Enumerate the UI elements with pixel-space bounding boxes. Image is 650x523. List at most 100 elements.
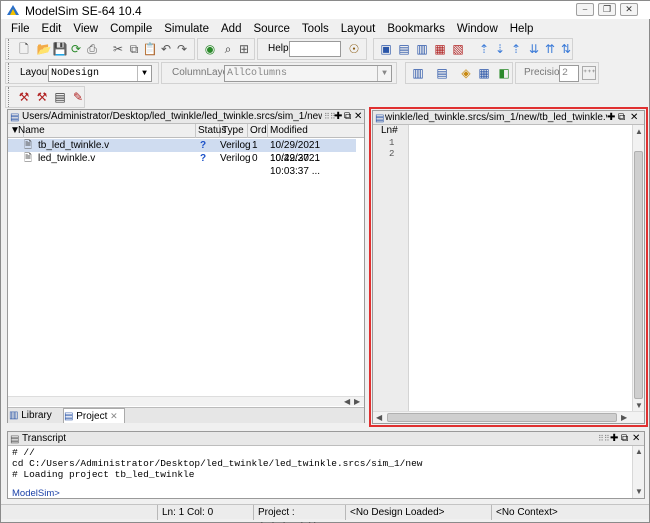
step-icon[interactable]: ⇣ [492, 41, 508, 57]
help-search-input[interactable] [289, 41, 341, 57]
close-pane-icon[interactable]: ✕ [630, 111, 638, 125]
menu-layout[interactable]: Layout [335, 21, 382, 37]
scroll-down-icon[interactable]: ▼ [635, 401, 643, 410]
step-over-icon[interactable]: ⇡ [508, 41, 524, 57]
redo-icon[interactable]: ↷ [174, 41, 190, 57]
project-row[interactable]: 🗎 led_twinkle.v ? Verilog 0 10/29/2021 1… [8, 152, 356, 177]
break-sim-icon[interactable]: ✎ [70, 89, 86, 105]
undock-icon[interactable]: ⧉ [618, 111, 625, 125]
scroll-up-icon[interactable]: ▲ [635, 127, 643, 136]
tab-project[interactable]: ▤ Project ✕ [63, 408, 125, 423]
menu-file[interactable]: File [5, 21, 36, 37]
code-editor[interactable] [410, 125, 632, 411]
layout-icon-4[interactable]: ▦ [432, 41, 448, 57]
scroll-up-icon[interactable]: ▲ [635, 447, 643, 456]
reload-icon[interactable]: ⟳ [68, 41, 84, 57]
run-all-icon[interactable]: ⇈ [542, 41, 558, 57]
editor-horizontal-scrollbar[interactable]: ◀ ▶ [373, 411, 644, 423]
column-layout-select[interactable]: AllColumns ▼ [224, 65, 392, 82]
scroll-down-icon[interactable]: ▼ [635, 487, 643, 496]
break-icon[interactable]: ⇅ [558, 41, 574, 57]
precision-input[interactable]: 2 [559, 65, 579, 82]
undock-icon[interactable]: ⧉ [621, 432, 628, 446]
cut-icon[interactable]: ✂ [110, 41, 126, 57]
menu-help[interactable]: Help [504, 21, 540, 37]
menu-view[interactable]: View [67, 21, 104, 37]
column-type[interactable]: Type [220, 124, 248, 138]
undo-icon[interactable]: ↶ [158, 41, 174, 57]
save-icon[interactable]: 💾 [52, 41, 68, 57]
scroll-left-icon[interactable]: ◀ [344, 397, 350, 406]
scroll-right-icon[interactable]: ▶ [354, 397, 360, 406]
print-icon[interactable]: ⎙ [84, 41, 100, 57]
find-icon[interactable]: ⌕ [220, 41, 236, 57]
project-row[interactable]: 🗎 tb_led_twinkle.v ? Verilog 1 10/29/202… [8, 139, 356, 164]
precision-adjust-button[interactable]: ⁺⁺⁺ [582, 66, 596, 80]
wave-icon-2[interactable]: ▤ [434, 65, 450, 81]
toolbar-grip[interactable] [8, 87, 11, 107]
scroll-thumb[interactable] [634, 151, 643, 399]
compile-icon[interactable]: ⚒ [16, 89, 32, 105]
menu-compile[interactable]: Compile [104, 21, 158, 37]
chevron-down-icon[interactable]: ▼ [377, 66, 391, 81]
filter-icon[interactable]: ⊞ [236, 41, 252, 57]
close-button[interactable]: ✕ [620, 3, 638, 16]
simulate-icon[interactable]: ▤ [52, 89, 68, 105]
menu-simulate[interactable]: Simulate [158, 21, 215, 37]
menu-bookmarks[interactable]: Bookmarks [381, 21, 451, 37]
scroll-right-icon[interactable]: ▶ [621, 413, 627, 422]
layout-icon-5[interactable]: ▧ [450, 41, 466, 57]
menu-edit[interactable]: Edit [36, 21, 68, 37]
wave-icon-5[interactable]: ◧ [496, 65, 512, 81]
layout-icon-1[interactable]: ▣ [378, 41, 394, 57]
menu-add[interactable]: Add [215, 21, 247, 37]
column-name[interactable]: Name [16, 124, 196, 138]
wave-icon-4[interactable]: ▦ [476, 65, 492, 81]
new-file-icon[interactable]: 🗋 [16, 41, 32, 57]
toolbar-grip[interactable] [8, 39, 11, 59]
toolbar-grip[interactable] [8, 63, 11, 83]
column-layout-toolbar: ColumnLayout AllColumns ▼ [161, 62, 397, 84]
transcript-prompt[interactable]: ModelSim> [12, 488, 60, 499]
copy-icon[interactable]: ⧉ [126, 41, 142, 57]
close-pane-icon[interactable]: ✕ [632, 432, 640, 446]
menu-source[interactable]: Source [247, 21, 295, 37]
column-status[interactable]: Status [196, 124, 226, 138]
dock-icon[interactable]: ✚ [607, 111, 615, 125]
menu-window[interactable]: Window [451, 21, 504, 37]
close-pane-icon[interactable]: ✕ [354, 110, 362, 124]
column-order[interactable]: Order [248, 124, 268, 138]
project-pane-header: ▤ Users/Administrator/Desktop/led_twinkl… [8, 110, 364, 124]
dock-icon[interactable]: ✚ [610, 432, 618, 446]
paste-icon[interactable]: 📋 [142, 41, 158, 57]
compile-all-icon[interactable]: ⚒ [34, 89, 50, 105]
wave-icon-1[interactable]: ▥ [410, 65, 426, 81]
wave-icon-3[interactable]: ◈ [458, 65, 474, 81]
dock-icon[interactable]: ✚ [334, 110, 342, 124]
restore-button[interactable]: ❐ [598, 3, 616, 16]
project-pane-title: Users/Administrator/Desktop/led_twinkle/… [22, 111, 322, 122]
layout-icon-3[interactable]: ▥ [414, 41, 430, 57]
project-column-header: ▼ Name Status Type Order Modified [8, 124, 364, 138]
scroll-thumb[interactable] [387, 413, 617, 422]
transcript-scrollbar[interactable]: ▲ ▼ [632, 446, 644, 498]
tab-library[interactable]: ▥ Library [9, 409, 61, 423]
chevron-down-icon[interactable]: ▼ [137, 66, 151, 81]
drag-handle-icon[interactable]: ⠿⠿ [598, 432, 610, 446]
close-tab-icon[interactable]: ✕ [110, 411, 118, 421]
run-icon[interactable]: ⇊ [526, 41, 542, 57]
go-icon[interactable]: ◉ [202, 41, 218, 57]
transcript-output[interactable]: # // cd C:/Users/Administrator/Desktop/l… [12, 447, 628, 480]
scroll-left-icon[interactable]: ◀ [376, 413, 382, 422]
undock-icon[interactable]: ⧉ [344, 110, 351, 124]
step-up-icon[interactable]: ⇡ [476, 41, 492, 57]
open-folder-icon[interactable]: 📂 [36, 41, 52, 57]
menu-tools[interactable]: Tools [296, 21, 335, 37]
project-horizontal-scrollbar[interactable]: ◀ ▶ [8, 396, 364, 406]
layout-icon-2[interactable]: ▤ [396, 41, 412, 57]
editor-vertical-scrollbar[interactable]: ▲ ▼ [632, 125, 644, 411]
help-search-icon[interactable]: ☉ [346, 41, 362, 57]
layout-select[interactable]: NoDesign ▼ [48, 65, 152, 82]
minimize-button[interactable]: ⎯ [576, 3, 594, 16]
column-modified[interactable]: Modified [268, 124, 364, 138]
